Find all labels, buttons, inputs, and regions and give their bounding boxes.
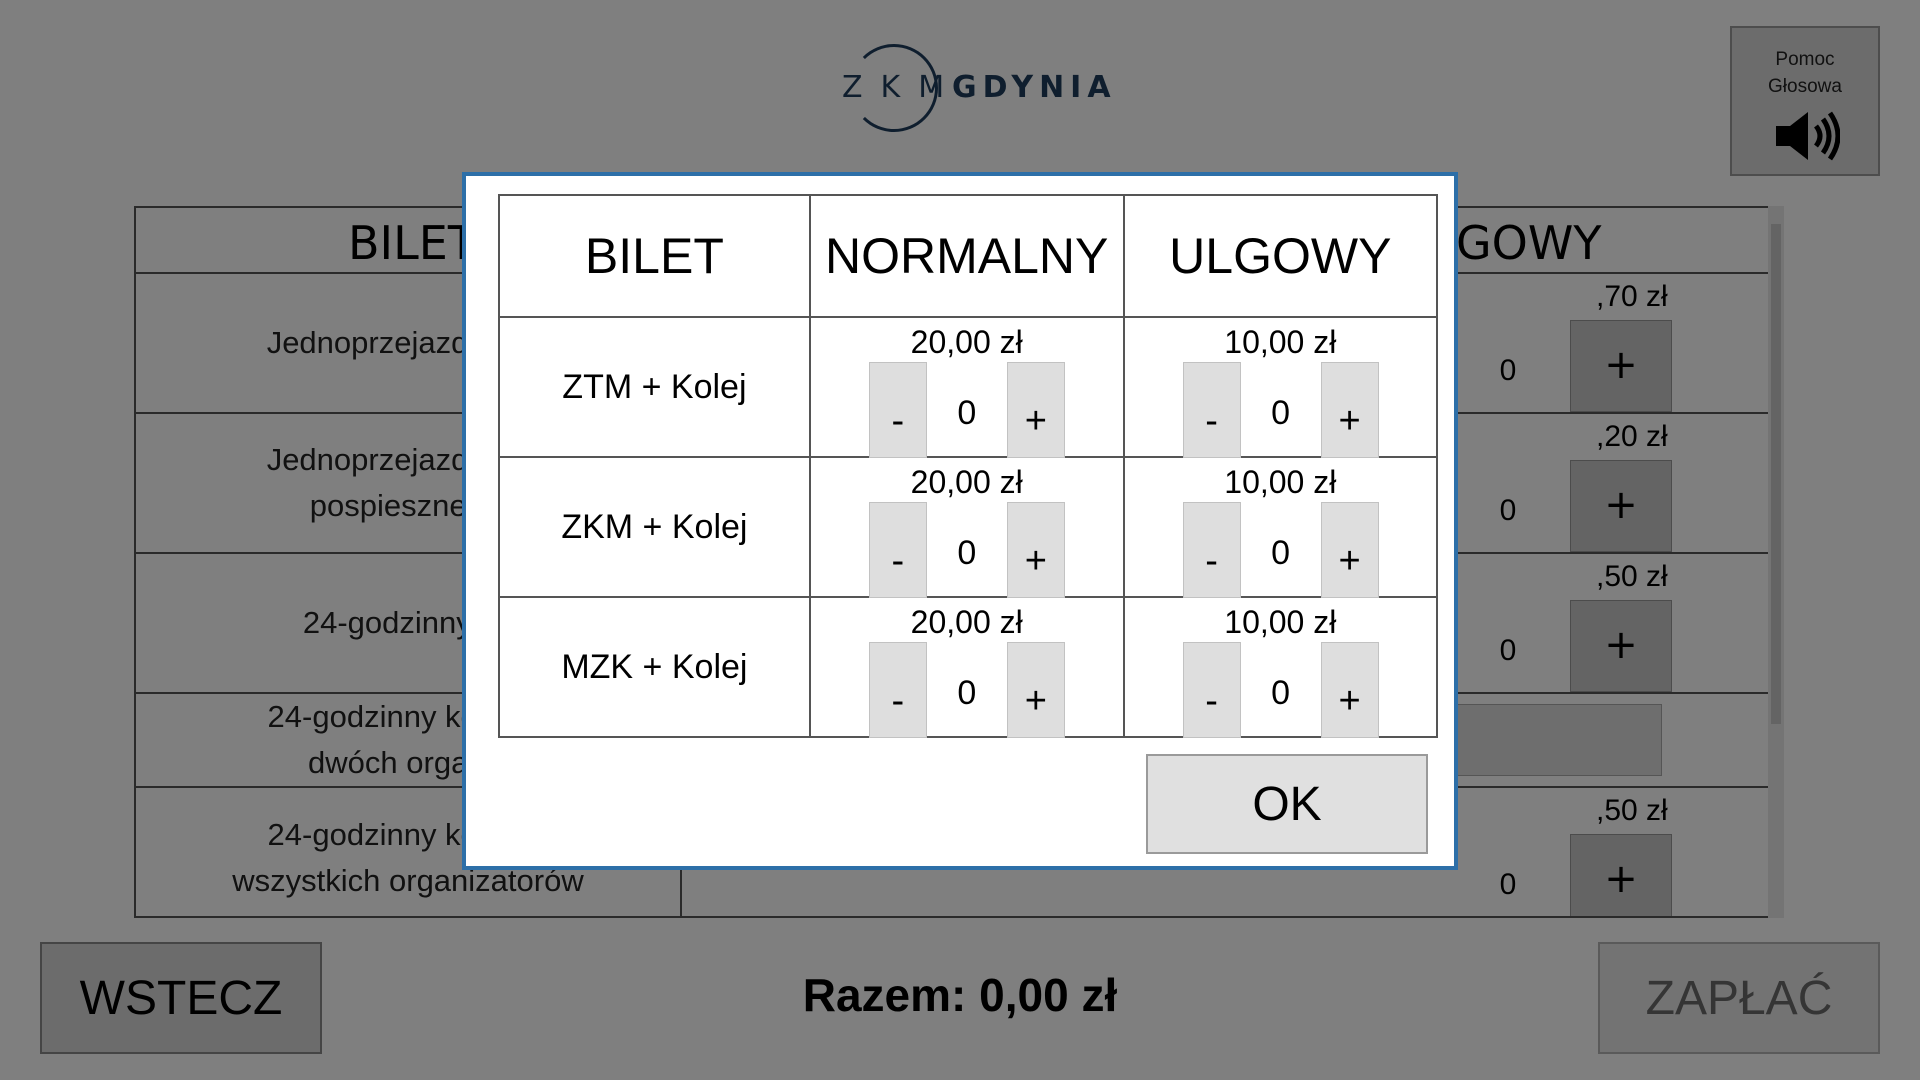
header-reduced: ULGOWY xyxy=(1122,194,1439,318)
normal-price: 20,00 zł xyxy=(910,324,1023,360)
decrease-button[interactable]: - xyxy=(868,502,927,598)
ticket-name: ZTM + Kolej xyxy=(498,316,811,458)
ticket-name: MZK + Kolej xyxy=(498,596,811,738)
dialog-table-header: BILET NORMALNY ULGOWY xyxy=(498,194,1439,318)
decrease-button[interactable]: - xyxy=(1182,502,1241,598)
normal-cell: 20,00 zł - 0 + xyxy=(808,316,1125,458)
normal-qty: 0 xyxy=(957,674,977,712)
increase-button[interactable]: + xyxy=(1006,502,1065,598)
decrease-button[interactable]: - xyxy=(1182,362,1241,458)
normal-cell: 20,00 zł - 0 + xyxy=(808,596,1125,738)
ticket-name: ZKM + Kolej xyxy=(498,456,811,598)
reduced-price: 10,00 zł xyxy=(1224,464,1337,500)
header-normal: NORMALNY xyxy=(808,194,1125,318)
reduced-price: 10,00 zł xyxy=(1224,604,1337,640)
normal-price: 20,00 zł xyxy=(910,604,1023,640)
header-ticket: BILET xyxy=(498,194,811,318)
normal-price: 20,00 zł xyxy=(910,464,1023,500)
reduced-qty: 0 xyxy=(1271,394,1291,432)
increase-button[interactable]: + xyxy=(1006,642,1065,738)
table-row: ZKM + Kolej 20,00 zł - 0 + 10,00 zł - 0 … xyxy=(498,456,1439,598)
increase-button[interactable]: + xyxy=(1320,362,1379,458)
normal-qty: 0 xyxy=(957,394,977,432)
decrease-button[interactable]: - xyxy=(868,362,927,458)
decrease-button[interactable]: - xyxy=(868,642,927,738)
table-row: ZTM + Kolej 20,00 zł - 0 + 10,00 zł - 0 … xyxy=(498,316,1439,458)
reduced-price: 10,00 zł xyxy=(1224,324,1337,360)
increase-button[interactable]: + xyxy=(1320,502,1379,598)
reduced-qty: 0 xyxy=(1271,674,1291,712)
normal-cell: 20,00 zł - 0 + xyxy=(808,456,1125,598)
reduced-cell: 10,00 zł - 0 + xyxy=(1122,456,1439,598)
combined-ticket-dialog: BILET NORMALNY ULGOWY ZTM + Kolej 20,00 … xyxy=(462,172,1458,870)
table-row: MZK + Kolej 20,00 zł - 0 + 10,00 zł - 0 … xyxy=(498,596,1439,738)
normal-qty: 0 xyxy=(957,534,977,572)
reduced-qty: 0 xyxy=(1271,534,1291,572)
ok-button[interactable]: OK xyxy=(1146,754,1428,854)
reduced-cell: 10,00 zł - 0 + xyxy=(1122,316,1439,458)
decrease-button[interactable]: - xyxy=(1182,642,1241,738)
increase-button[interactable]: + xyxy=(1006,362,1065,458)
combined-ticket-table: BILET NORMALNY ULGOWY ZTM + Kolej 20,00 … xyxy=(498,194,1439,738)
increase-button[interactable]: + xyxy=(1320,642,1379,738)
reduced-cell: 10,00 zł - 0 + xyxy=(1122,596,1439,738)
